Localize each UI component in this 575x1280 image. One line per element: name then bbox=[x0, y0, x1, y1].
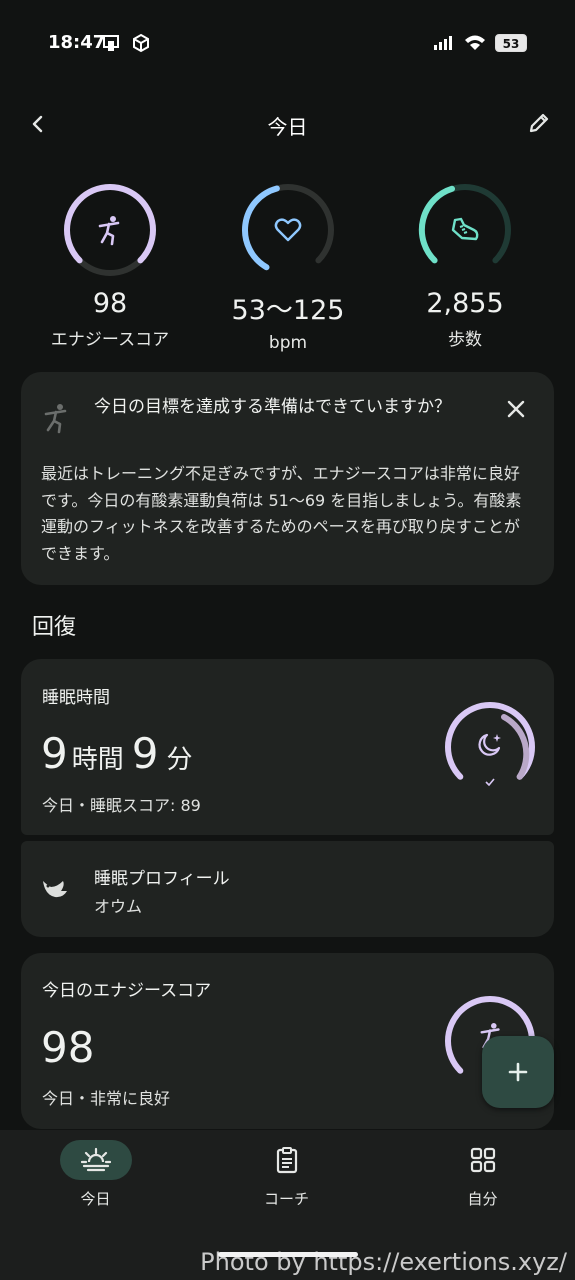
status-bar: 18:47 53 bbox=[0, 0, 575, 88]
battery-indicator: 53 bbox=[495, 34, 527, 52]
page-title: 今日 bbox=[267, 115, 308, 139]
nav-item-coach[interactable]: コーチ bbox=[191, 1140, 382, 1209]
moon-icon bbox=[476, 731, 504, 763]
nav-pill-today bbox=[59, 1140, 132, 1180]
sleep-profile-title: 睡眠プロフィール bbox=[94, 869, 230, 889]
signal-icon bbox=[432, 33, 456, 53]
shoe-icon bbox=[450, 216, 480, 248]
home-indicator[interactable] bbox=[218, 1252, 358, 1257]
steps-label: 歩数 bbox=[448, 330, 482, 350]
sleep-minutes: 9 bbox=[131, 729, 159, 778]
energy-label: エナジースコア bbox=[50, 330, 170, 350]
parrot-icon bbox=[39, 873, 71, 909]
check-icon bbox=[485, 771, 495, 790]
edit-button[interactable] bbox=[522, 106, 556, 140]
energy-value: 98 bbox=[92, 288, 128, 319]
energy-card-value: 98 bbox=[41, 1023, 95, 1072]
sleep-minutes-unit: 分 bbox=[166, 745, 193, 775]
cast-icon bbox=[102, 33, 122, 53]
insight-card[interactable]: 今日の目標を達成する準備はできていますか？ 最近はトレーニング不足ぎみですが、エ… bbox=[21, 372, 554, 585]
nav-label-you: 自分 bbox=[467, 1190, 498, 1208]
sleep-sub: 今日・睡眠スコア: 89 bbox=[42, 796, 201, 815]
energy-figure-icon bbox=[96, 214, 124, 250]
energy-card-label: 今日のエナジースコア bbox=[42, 981, 212, 1001]
heart-rate-label: bpm bbox=[268, 333, 308, 353]
status-time: 18:47 bbox=[48, 32, 106, 53]
dismiss-button[interactable] bbox=[499, 392, 533, 426]
steps-value: 2,855 bbox=[426, 288, 504, 319]
sleep-profile-card[interactable]: 睡眠プロフィール オウム bbox=[21, 841, 554, 937]
nav-pill-you bbox=[447, 1140, 519, 1180]
metric-energy[interactable]: 98 エナジースコア bbox=[30, 180, 190, 350]
metric-heart-rate[interactable]: 53〜125 bpm bbox=[208, 180, 368, 353]
energy-ring bbox=[60, 180, 160, 280]
nav-label-coach: コーチ bbox=[263, 1190, 309, 1208]
running-figure-icon bbox=[41, 402, 71, 438]
sleep-score-ring bbox=[442, 699, 538, 795]
cube-icon bbox=[131, 33, 151, 53]
nav-label-today: 今日 bbox=[80, 1190, 111, 1208]
close-icon bbox=[507, 400, 525, 418]
sleep-duration: 9 時間 9 分 bbox=[41, 729, 193, 778]
heart-rate-value: 53〜125 bbox=[231, 295, 345, 326]
grid-icon bbox=[470, 1147, 495, 1173]
energy-card-sub: 今日・非常に良好 bbox=[42, 1089, 171, 1108]
add-button[interactable] bbox=[482, 1036, 554, 1108]
clipboard-icon bbox=[276, 1147, 297, 1174]
heart-icon bbox=[274, 217, 302, 247]
wifi-icon bbox=[463, 33, 487, 53]
nav-pill-coach bbox=[251, 1140, 323, 1180]
sleep-duration-card[interactable]: 睡眠時間 9 時間 9 分 今日・睡眠スコア: 89 bbox=[21, 659, 554, 835]
sleep-hours: 9 bbox=[41, 729, 68, 778]
metric-steps[interactable]: 2,855 歩数 bbox=[385, 180, 545, 350]
sleep-label: 睡眠時間 bbox=[42, 688, 110, 708]
insight-body: 最近はトレーニング不足ぎみですが、エナジースコアは非常に良好です。今日の有酸素運… bbox=[41, 464, 522, 563]
sleep-profile-value: オウム bbox=[94, 897, 143, 916]
energy-score-card[interactable]: 今日のエナジースコア 98 今日・非常に良好 bbox=[21, 953, 554, 1129]
nav-item-you[interactable]: 自分 bbox=[387, 1140, 575, 1209]
sleep-hours-unit: 時間 bbox=[71, 745, 124, 775]
nav-item-today[interactable]: 今日 bbox=[0, 1140, 191, 1209]
sunrise-icon bbox=[80, 1147, 111, 1172]
pencil-icon bbox=[529, 113, 549, 133]
heart-rate-ring bbox=[238, 180, 338, 280]
insight-title: 今日の目標を達成する準備はできていますか？ bbox=[94, 397, 451, 417]
steps-ring bbox=[415, 180, 515, 280]
section-title-recovery: 回復 bbox=[32, 615, 77, 640]
plus-icon bbox=[508, 1062, 528, 1082]
